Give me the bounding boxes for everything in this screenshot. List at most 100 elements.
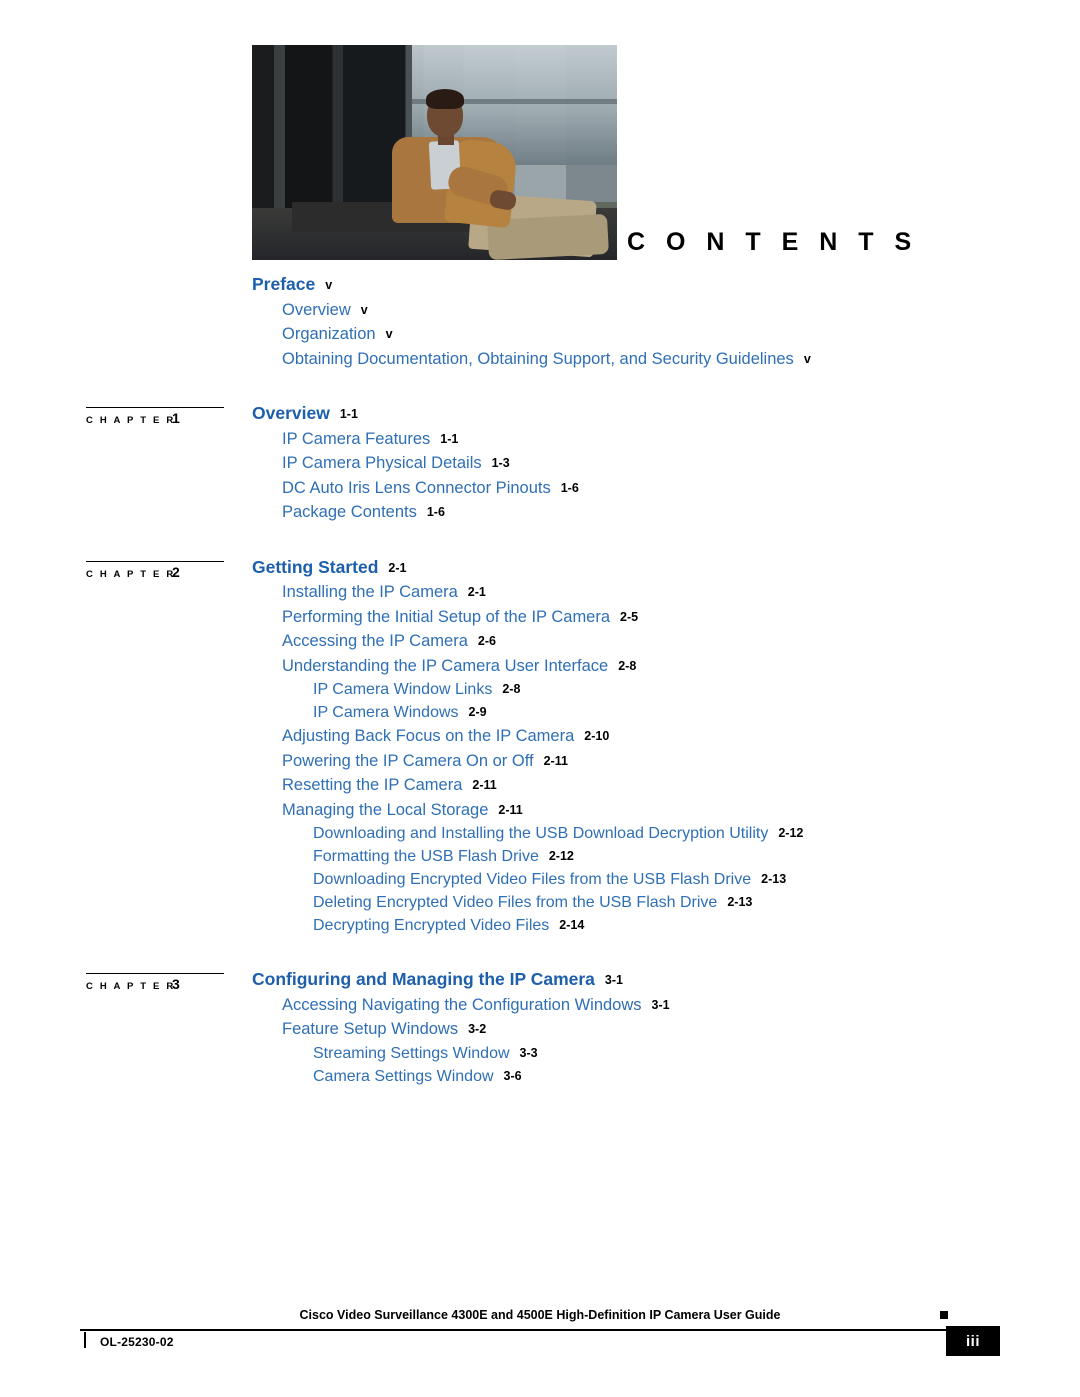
toc-entry[interactable]: IP Camera Physical Details 1-3 bbox=[282, 455, 1080, 472]
toc-entry-heading[interactable]: Getting Started 2-1 bbox=[252, 556, 1080, 577]
toc-entry-page: 3-2 bbox=[468, 1022, 487, 1036]
toc-entry[interactable]: IP Camera Features 1-1 bbox=[282, 430, 1080, 448]
toc-entry-page: 2-14 bbox=[559, 918, 585, 932]
chapter-label: C H A P T E R bbox=[86, 981, 176, 992]
toc-entry-title: Formatting the USB Flash Drive bbox=[313, 848, 539, 865]
toc-entry-title: Preface bbox=[252, 274, 316, 294]
chapter-rule bbox=[86, 973, 224, 974]
toc-entry[interactable]: Managing the Local Storage 2-11 bbox=[282, 800, 1080, 819]
toc-entry[interactable]: Formatting the USB Flash Drive 2-12 bbox=[313, 849, 1080, 865]
page-title: C O N T E N T S bbox=[627, 228, 919, 256]
toc-entry[interactable]: DC Auto Iris Lens Connector Pinouts 1-6 bbox=[282, 478, 1080, 497]
toc-entry-title: IP Camera Windows bbox=[313, 704, 459, 721]
toc-entry[interactable]: Downloading Encrypted Video Files from t… bbox=[313, 872, 1080, 888]
toc-entry-title: Understanding the IP Camera User Interfa… bbox=[282, 656, 609, 675]
toc-entry[interactable]: Camera Settings Window 3-6 bbox=[313, 1067, 1080, 1085]
toc-entry[interactable]: Package Contents 1-6 bbox=[282, 504, 1080, 521]
toc-entry-page: 2-6 bbox=[477, 634, 496, 648]
toc-entry-title: Getting Started bbox=[252, 556, 379, 577]
toc-entry-page: v bbox=[385, 327, 393, 341]
toc-entry-page: v bbox=[803, 351, 811, 366]
footer-title: Cisco Video Surveillance 4300E and 4500E… bbox=[299, 1308, 781, 1322]
chapter-block: C H A P T E R 2 Getting Started 2-1 bbox=[0, 556, 1080, 580]
footer-document-id: OL-25230-02 bbox=[100, 1335, 174, 1349]
toc-entry-page: 2-8 bbox=[618, 658, 637, 673]
toc-entry-page: 2-12 bbox=[548, 849, 574, 863]
toc-entry-title: Camera Settings Window bbox=[313, 1067, 494, 1085]
chapter-rule bbox=[86, 407, 224, 408]
photo-person-hair bbox=[426, 89, 464, 109]
toc-entry-title: Performing the Initial Setup of the IP C… bbox=[282, 607, 611, 626]
toc-entry-page: 3-3 bbox=[519, 1045, 538, 1060]
toc-entry-title: Resetting the IP Camera bbox=[282, 776, 463, 794]
toc-entry-title: Decrypting Encrypted Video Files bbox=[313, 917, 550, 934]
toc-entry[interactable]: Accessing Navigating the Configuration W… bbox=[282, 996, 1080, 1014]
toc-entry[interactable]: Feature Setup Windows 3-2 bbox=[282, 1021, 1080, 1038]
toc-entry-title: IP Camera Window Links bbox=[313, 681, 493, 698]
toc-entry-page: 2-1 bbox=[467, 585, 486, 599]
toc-entry[interactable]: Decrypting Encrypted Video Files 2-14 bbox=[313, 918, 1080, 934]
toc-entry[interactable]: Overview v bbox=[282, 301, 1080, 319]
toc-entry[interactable]: Adjusting Back Focus on the IP Camera 2-1… bbox=[282, 728, 1080, 745]
toc-entry-title: IP Camera Physical Details bbox=[282, 454, 482, 472]
chapter-block: C H A P T E R 3 Configuring and Managing t… bbox=[0, 969, 1080, 992]
footer-rule bbox=[80, 1329, 1000, 1331]
toc-entry-page: v bbox=[325, 278, 333, 292]
preface-block: Preface v bbox=[0, 274, 1080, 294]
toc-entry-title: Accessing the IP Camera bbox=[282, 632, 468, 650]
toc-entry-heading[interactable]: Overview 1-1 bbox=[252, 404, 1080, 423]
toc-entry-heading[interactable]: Preface v bbox=[252, 274, 1080, 294]
toc-entry[interactable]: Accessing the IP Camera 2-6 bbox=[282, 633, 1080, 650]
toc-entry-title: Downloading Encrypted Video Files from t… bbox=[313, 871, 752, 888]
toc-entry[interactable]: Resetting the IP Camera 2-11 bbox=[282, 777, 1080, 794]
chapter-number: 3 bbox=[172, 976, 180, 992]
toc-entry-page: v bbox=[360, 302, 368, 317]
toc-entry-page: 2-8 bbox=[502, 682, 521, 696]
toc-entry-title: Managing the Local Storage bbox=[282, 800, 489, 819]
toc-entry[interactable]: Downloading and Installing the USB Downl… bbox=[313, 826, 1080, 842]
toc-entry-title: Package Contents bbox=[282, 503, 417, 521]
toc-entry-title: Powering the IP Camera On or Off bbox=[282, 751, 534, 770]
toc-entry-heading[interactable]: Configuring and Managing the IP Camera 3-… bbox=[252, 969, 1080, 989]
toc-entry-title: DC Auto Iris Lens Connector Pinouts bbox=[282, 478, 551, 497]
toc-entry-page: 2-11 bbox=[543, 753, 568, 768]
toc-entry-title: Obtaining Documentation, Obtaining Suppo… bbox=[282, 349, 794, 368]
toc-entry-page: 1-6 bbox=[560, 480, 579, 495]
footer-left-bar bbox=[84, 1332, 86, 1348]
toc-entry-page: 3-6 bbox=[503, 1068, 522, 1083]
toc-entry-page: 2-10 bbox=[584, 729, 610, 743]
toc-entry[interactable]: IP Camera Window Links 2-8 bbox=[313, 682, 1080, 698]
toc-entry-title: Configuring and Managing the IP Camera bbox=[252, 969, 595, 989]
toc-entry[interactable]: Streaming Settings Window 3-3 bbox=[313, 1045, 1080, 1062]
chapter-rule bbox=[86, 560, 224, 562]
toc-entry-page: 1-6 bbox=[426, 505, 445, 519]
toc-entry-page: 2-11 bbox=[472, 778, 497, 792]
page-folio: iii bbox=[946, 1326, 1000, 1356]
toc-entry-title: Organization bbox=[282, 325, 376, 343]
toc-entry-page: 2-1 bbox=[388, 560, 407, 575]
toc-entry[interactable]: Obtaining Documentation, Obtaining Suppo… bbox=[282, 349, 1080, 368]
toc-entry-page: 2-12 bbox=[778, 826, 804, 840]
toc-entry[interactable]: IP Camera Windows 2-9 bbox=[313, 705, 1080, 721]
toc-entry[interactable]: Organization v bbox=[282, 326, 1080, 343]
toc-entry-page: 3-1 bbox=[651, 997, 670, 1012]
toc-entry[interactable]: Deleting Encrypted Video Files from the … bbox=[313, 895, 1080, 911]
cover-photo bbox=[252, 45, 617, 260]
toc-entry-title: Downloading and Installing the USB Downl… bbox=[313, 825, 769, 842]
toc-entry-title: Adjusting Back Focus on the IP Camera bbox=[282, 727, 575, 745]
toc-entry[interactable]: Installing the IP Camera 2-1 bbox=[282, 584, 1080, 601]
toc-entry-title: Installing the IP Camera bbox=[282, 583, 458, 601]
toc-entry[interactable]: Powering the IP Camera On or Off 2-11 bbox=[282, 751, 1080, 770]
table-of-contents: Preface v Overview v Organization v Obtaining … bbox=[0, 274, 1080, 1092]
toc-entry[interactable]: Understanding the IP Camera User Interfa… bbox=[282, 656, 1080, 675]
toc-entry-page: 1-1 bbox=[339, 407, 358, 421]
toc-entry-page: 1-3 bbox=[491, 456, 510, 470]
chapter-label: C H A P T E R bbox=[86, 415, 176, 426]
toc-entry-page: 3-1 bbox=[604, 973, 623, 987]
toc-entry-page: 2-13 bbox=[727, 895, 753, 909]
toc-entry[interactable]: Performing the Initial Setup of the IP C… bbox=[282, 607, 1080, 626]
toc-entry-page: 2-9 bbox=[468, 705, 487, 719]
